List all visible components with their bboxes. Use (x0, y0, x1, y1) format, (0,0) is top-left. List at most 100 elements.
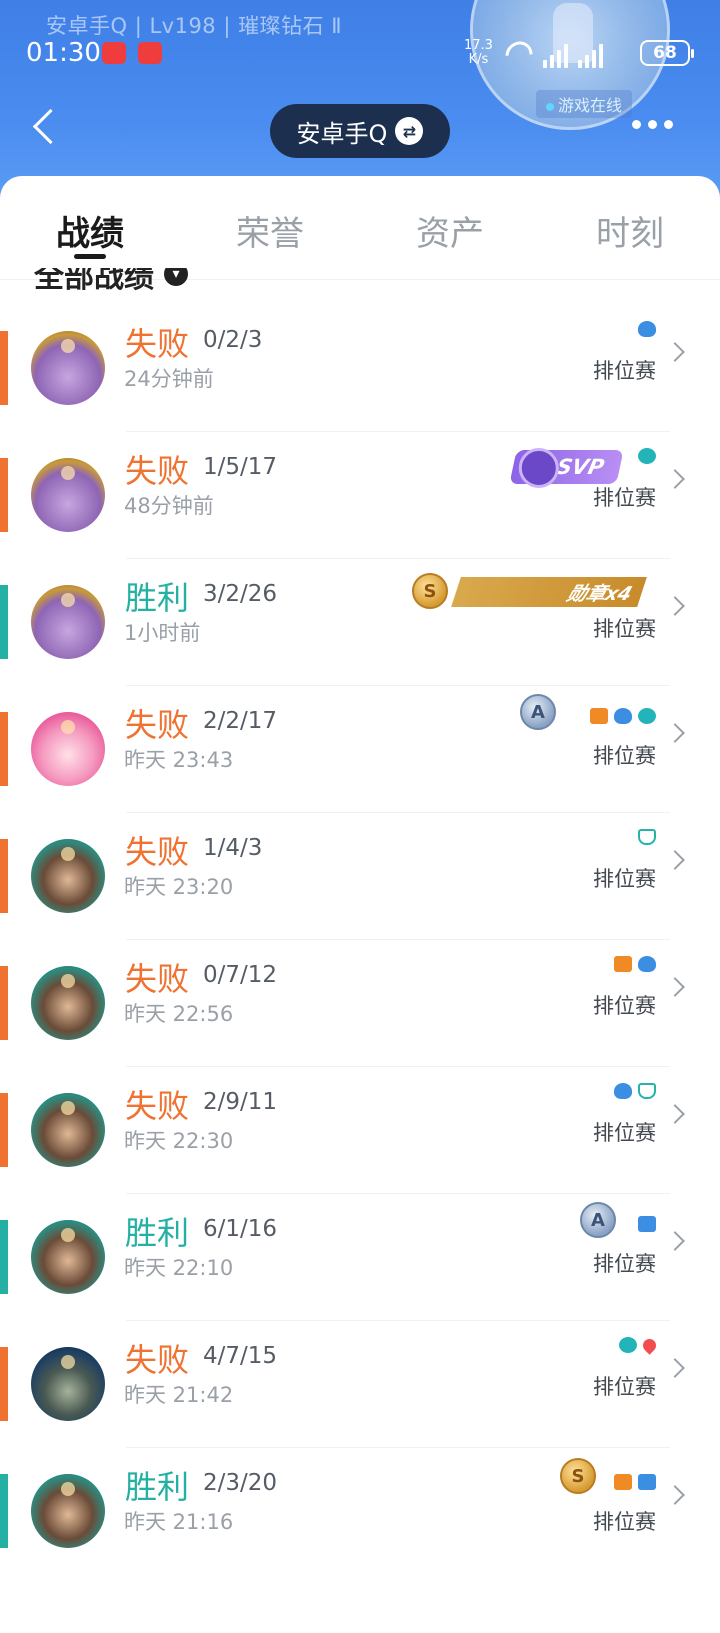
hero-avatar (31, 1474, 105, 1548)
match-filter-dropdown[interactable]: 全部战绩 ▾ (34, 268, 188, 302)
chevron-right-icon (665, 723, 685, 743)
chevron-right-icon (665, 342, 685, 362)
teal-heart-icon (638, 448, 656, 464)
network-speed: 17.3 K/s (464, 39, 493, 67)
tab-moments[interactable]: 时刻 (540, 176, 720, 279)
chevron-right-icon (665, 1485, 685, 1505)
online-dot-icon (546, 102, 554, 111)
match-row[interactable]: 失败 0/7/12 昨天 22:56 排位赛 (0, 940, 720, 1067)
hero-avatar (31, 966, 105, 1040)
match-kda: 1/4/3 (203, 835, 263, 861)
hero-avatar (31, 712, 105, 786)
result-indicator (0, 331, 8, 405)
tab-honor[interactable]: 荣誉 (180, 176, 360, 279)
clock: 01:30 (26, 38, 101, 68)
match-row[interactable]: 失败 0/2/3 24分钟前 排位赛 (0, 305, 720, 432)
back-button[interactable] (28, 108, 62, 148)
match-kda: 2/3/20 (203, 1470, 278, 1496)
account-switch-button[interactable]: 安卓手Q ⇄ (270, 104, 450, 158)
silver-medal-icon: A (580, 1202, 616, 1238)
chevron-right-icon (665, 977, 685, 997)
chevron-right-icon (665, 1104, 685, 1124)
match-row[interactable]: 失败 2/2/17 昨天 23:43 A 排位赛 (0, 686, 720, 813)
match-result: 失败 (125, 833, 190, 871)
result-indicator (0, 1347, 8, 1421)
match-kda: 2/2/17 (203, 708, 278, 734)
match-time: 昨天 22:56 (124, 1002, 234, 1026)
match-row[interactable]: 胜利 6/1/16 昨天 22:10 A 排位赛 (0, 1194, 720, 1321)
teal-shield-icon (638, 1083, 656, 1099)
match-mode: 排位赛 (593, 744, 656, 768)
match-result: 胜利 (125, 579, 190, 617)
result-indicator (0, 712, 8, 786)
hero-avatar (31, 585, 105, 659)
account-name: 安卓手Q (296, 119, 388, 148)
match-row[interactable]: 失败 1/5/17 48分钟前 SVP 排位赛 (0, 432, 720, 559)
match-row[interactable]: 失败 1/4/3 昨天 23:20 排位赛 (0, 813, 720, 940)
blue-box-icon (638, 1474, 656, 1490)
match-mode: 排位赛 (593, 1375, 656, 1399)
battery-icon: 68 (640, 40, 694, 66)
teal-heart-icon (619, 1337, 637, 1353)
match-row[interactable]: 失败 2/9/11 昨天 22:30 排位赛 (0, 1067, 720, 1194)
match-mode: 排位赛 (593, 486, 656, 510)
match-time: 1小时前 (124, 621, 201, 645)
match-time: 24分钟前 (124, 367, 214, 391)
match-row[interactable]: 失败 4/7/15 昨天 21:42 排位赛 (0, 1321, 720, 1448)
profile-summary: 安卓手Q | Lv198 | 璀璨钻石 Ⅱ (46, 14, 343, 38)
signal-icon (578, 44, 603, 68)
gold-medal-icon: S (560, 1458, 596, 1494)
medal-icons (614, 956, 656, 972)
teal-shield-icon (638, 829, 656, 845)
result-indicator (0, 839, 8, 913)
network-speed-unit: K/s (468, 52, 489, 67)
swap-icon: ⇄ (395, 117, 424, 145)
match-mode: 排位赛 (593, 994, 656, 1018)
chevron-down-icon: ▾ (164, 268, 188, 286)
result-indicator (0, 1474, 8, 1548)
match-kda: 2/9/11 (203, 1089, 278, 1115)
profile-header: 安卓手Q | Lv198 | 璀璨钻石 Ⅱ 01:30 17.3 K/s 68 … (0, 0, 720, 200)
medal-icons (590, 708, 656, 724)
result-indicator (0, 585, 8, 659)
match-row[interactable]: 胜利 2/3/20 昨天 21:16 S 排位赛 (0, 1448, 720, 1575)
tab-bar: 战绩 荣誉 资产 时刻 (0, 176, 720, 280)
chevron-right-icon (665, 1358, 685, 1378)
chevron-right-icon (665, 469, 685, 489)
match-row[interactable]: 胜利 3/2/26 1小时前 S 勋章x4 排位赛 (0, 559, 720, 686)
match-time: 48分钟前 (124, 494, 214, 518)
blue-tree-icon (638, 321, 656, 337)
match-kda: 1/5/17 (203, 454, 278, 480)
hero-avatar (31, 458, 105, 532)
tab-assets[interactable]: 资产 (360, 176, 540, 279)
match-list: 失败 0/2/3 24分钟前 排位赛 失败 1/5/17 48分钟前 SVP 排… (0, 305, 720, 1575)
more-options-button[interactable] (632, 120, 673, 129)
match-result: 失败 (125, 452, 190, 490)
match-mode: 排位赛 (593, 1510, 656, 1534)
orange-flag-icon (614, 956, 632, 972)
chevron-right-icon (665, 850, 685, 870)
hero-avatar (31, 1093, 105, 1167)
online-status-label: 游戏在线 (558, 96, 623, 115)
hero-avatar (31, 331, 105, 405)
medal-icons (619, 1335, 659, 1355)
result-indicator (0, 966, 8, 1040)
tab-record[interactable]: 战绩 (0, 176, 180, 279)
hero-avatar (31, 1347, 105, 1421)
medal-icons (614, 1083, 656, 1099)
medal-count-badge: 勋章x4 (451, 577, 647, 607)
orange-flag-icon (614, 1474, 632, 1490)
hero-avatar (31, 1220, 105, 1294)
match-kda: 0/7/12 (203, 962, 278, 988)
medal-icons (638, 321, 656, 337)
chevron-right-icon (665, 596, 685, 616)
match-kda: 4/7/15 (203, 1343, 278, 1369)
match-time: 昨天 23:43 (124, 748, 234, 772)
result-indicator (0, 1220, 8, 1294)
match-kda: 3/2/26 (203, 581, 278, 607)
red-drop-icon (640, 1335, 659, 1355)
match-result: 失败 (125, 1341, 190, 1379)
match-result: 失败 (125, 960, 190, 998)
match-time: 昨天 22:10 (124, 1256, 234, 1280)
match-mode: 排位赛 (593, 617, 656, 641)
